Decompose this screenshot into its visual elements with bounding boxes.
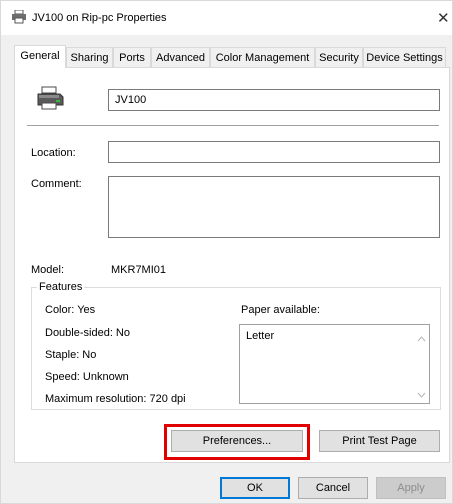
tab-sharing[interactable]: Sharing xyxy=(66,47,113,67)
feature-color: Color: Yes xyxy=(45,304,96,316)
paper-list-item[interactable]: Letter xyxy=(246,330,274,342)
divider xyxy=(27,125,439,126)
tab-color-management[interactable]: Color Management xyxy=(210,47,315,67)
paper-available-label: Paper available: xyxy=(241,304,320,316)
printer-icon xyxy=(36,86,64,113)
model-value: MKR7MI01 xyxy=(111,264,167,276)
model-label: Model: xyxy=(31,264,65,276)
tab-advanced[interactable]: Advanced xyxy=(151,47,210,67)
chevron-up-icon[interactable] xyxy=(417,333,426,345)
cancel-button[interactable]: Cancel xyxy=(298,477,368,499)
tab-general[interactable]: General xyxy=(14,45,66,68)
ok-button[interactable]: OK xyxy=(220,477,290,499)
printer-name-value: JV100 xyxy=(115,94,147,106)
print-test-page-button[interactable]: Print Test Page xyxy=(319,430,440,452)
features-label: Features xyxy=(37,281,85,293)
tab-device-settings[interactable]: Device Settings xyxy=(363,47,446,67)
title-bar: JV100 on Rip-pc Properties ✕ xyxy=(1,1,452,35)
window-title: JV100 on Rip-pc Properties xyxy=(32,12,167,24)
tab-security[interactable]: Security xyxy=(315,47,363,67)
location-field[interactable] xyxy=(108,141,440,163)
paper-available-list[interactable]: Letter xyxy=(239,324,430,404)
printer-name-field[interactable]: JV100 xyxy=(108,89,440,111)
apply-button[interactable]: Apply xyxy=(376,477,446,499)
comment-field[interactable] xyxy=(108,176,440,238)
properties-dialog: JV100 on Rip-pc Properties ✕ General Sha… xyxy=(0,0,453,504)
close-icon[interactable]: ✕ xyxy=(437,9,450,27)
feature-max-resolution: Maximum resolution: 720 dpi xyxy=(45,393,186,405)
location-label: Location: xyxy=(31,147,76,159)
tab-strip: General Sharing Ports Advanced Color Man… xyxy=(1,45,452,68)
comment-label: Comment: xyxy=(31,178,82,190)
preferences-button[interactable]: Preferences... xyxy=(171,430,303,452)
feature-speed: Speed: Unknown xyxy=(45,371,129,383)
general-panel: JV100 Location: Comment: Model: MKR7MI01… xyxy=(14,67,450,463)
list-scrollbar[interactable] xyxy=(413,325,429,403)
tab-ports[interactable]: Ports xyxy=(113,47,151,67)
printer-icon xyxy=(11,9,27,27)
feature-staple: Staple: No xyxy=(45,349,97,361)
feature-double-sided: Double-sided: No xyxy=(45,327,130,339)
chevron-down-icon[interactable] xyxy=(417,389,426,401)
